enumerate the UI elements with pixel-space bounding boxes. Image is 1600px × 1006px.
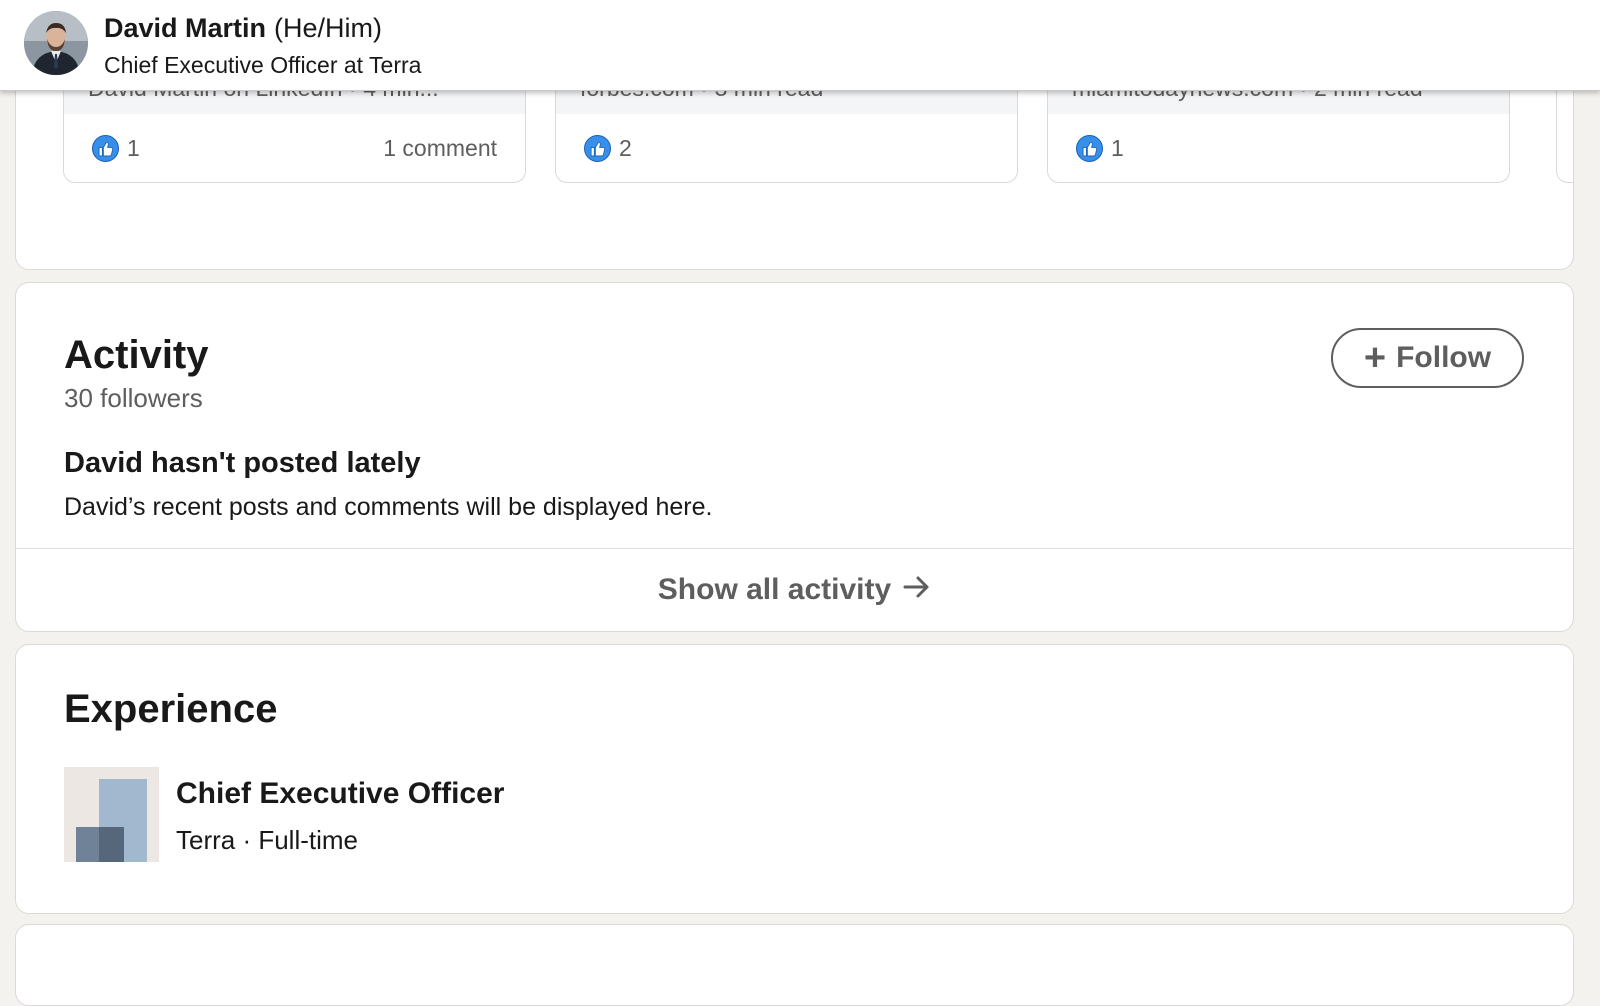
profile-name: David Martin	[104, 13, 267, 43]
followers-count[interactable]: 30 followers	[64, 383, 203, 414]
reactions[interactable]: 2	[584, 133, 632, 163]
company-logo[interactable]	[64, 767, 159, 862]
activity-section: Activity 30 followers + Follow David has…	[15, 282, 1574, 632]
reactions[interactable]: 1	[92, 133, 140, 163]
like-count: 1	[1111, 134, 1124, 161]
profile-pronouns: (He/Him)	[274, 13, 383, 43]
plus-icon: +	[1363, 337, 1387, 379]
sticky-profile-header: David Martin (He/Him) Chief Executive Off…	[0, 0, 1600, 91]
avatar[interactable]	[24, 11, 88, 75]
show-all-label: Show all activity	[657, 573, 892, 606]
like-icon	[92, 134, 119, 162]
experience-role[interactable]: Chief Executive Officer	[176, 777, 504, 811]
experience-section: Experience Chief Executive Officer Terra…	[15, 644, 1574, 914]
follow-button[interactable]: + Follow	[1331, 328, 1524, 388]
arrow-right-icon	[903, 573, 931, 607]
activity-title: Activity	[64, 333, 209, 377]
profile-name-row: David Martin (He/Him)	[104, 13, 382, 44]
like-icon	[584, 134, 611, 162]
empty-state-description: David’s recent posts and comments will b…	[64, 493, 713, 521]
experience-company: Terra · Full-time	[176, 825, 359, 855]
next-section	[15, 924, 1574, 1006]
comment-count[interactable]: 1 comment	[383, 135, 497, 162]
show-all-activity-link[interactable]: Show all activity	[16, 549, 1573, 631]
like-icon	[1076, 134, 1103, 162]
follow-button-label: Follow	[1396, 341, 1492, 374]
like-count: 2	[619, 134, 632, 161]
reactions[interactable]: 1	[1076, 133, 1124, 163]
empty-state-title: David hasn't posted lately	[64, 447, 421, 479]
profile-headline: Chief Executive Officer at Terra	[104, 52, 422, 78]
experience-title: Experience	[64, 687, 278, 731]
like-count: 1	[127, 134, 140, 161]
